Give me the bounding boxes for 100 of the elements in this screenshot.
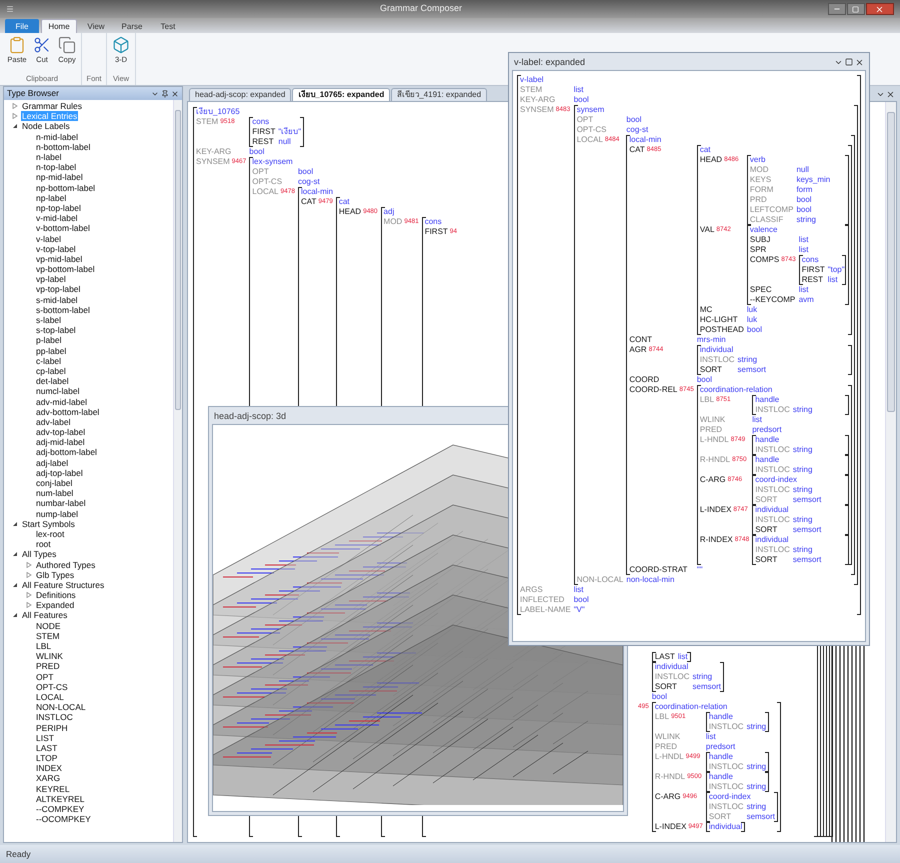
tree-item[interactable]: v-label	[35, 234, 62, 244]
tree-item[interactable]: adv-top-label	[35, 427, 86, 438]
expanded-triangle-icon[interactable]	[12, 520, 18, 527]
tree-item[interactable]: s-top-label	[35, 325, 77, 336]
tree-item[interactable]: np-bottom-label	[35, 182, 96, 193]
tree-item[interactable]: nump-label	[35, 508, 80, 519]
tree-item[interactable]: np-mid-label	[35, 172, 84, 182]
tree-item[interactable]: --COMPKEY	[35, 804, 86, 814]
tree-item[interactable]: numcl-label	[35, 386, 80, 396]
tree-item[interactable]: Node Labels	[21, 121, 71, 132]
tree-item[interactable]: s-mid-label	[35, 294, 79, 305]
tree-item[interactable]: adj-label	[35, 458, 70, 468]
tree-item[interactable]: All Feature Structures	[21, 580, 106, 590]
tree-item[interactable]: n-bottom-label	[35, 142, 92, 152]
document-tab[interactable]: สีเขียว_4191: expanded	[391, 88, 488, 101]
tree-item[interactable]: PERIPH	[35, 722, 69, 733]
tree-item[interactable]: np-top-label	[35, 202, 82, 213]
expanded-triangle-icon[interactable]	[12, 582, 18, 588]
tree-item[interactable]: All Features	[21, 610, 68, 620]
tree-item[interactable]: OPT-CS	[35, 682, 69, 692]
tree-item[interactable]: lex-root	[35, 528, 66, 539]
tree-item[interactable]: Grammar Rules	[21, 101, 83, 112]
tree-item[interactable]: LTOP	[35, 753, 58, 764]
tree-item[interactable]: INSTLOC	[35, 712, 74, 722]
tree-item[interactable]: cp-label	[35, 366, 67, 376]
tree-item[interactable]: v-bottom-label	[35, 223, 91, 234]
ribbon-tab[interactable]: Parse	[115, 19, 149, 33]
tree-item[interactable]: NODE	[35, 620, 62, 631]
tree-item[interactable]: n-label	[35, 152, 63, 162]
tree-item[interactable]: conj-label	[35, 478, 74, 488]
ribbon-tab[interactable]: File	[5, 19, 39, 33]
tree-item[interactable]: adv-mid-label	[35, 396, 88, 407]
ribbon-tab[interactable]: Test	[151, 19, 185, 33]
collapsed-triangle-icon[interactable]	[26, 572, 32, 578]
tree-item[interactable]: vp-bottom-label	[35, 264, 96, 274]
close-icon[interactable]	[886, 90, 895, 99]
tree-item[interactable]: LBL	[35, 641, 52, 652]
tree-item[interactable]: OPT	[35, 672, 54, 682]
tree-item[interactable]: INDEX	[35, 763, 63, 774]
tree-item[interactable]: Expanded	[35, 600, 76, 610]
document-tab[interactable]: head-adj-scop: expanded	[189, 88, 292, 101]
tree-item[interactable]: vp-mid-label	[35, 254, 84, 264]
collapsed-triangle-icon[interactable]	[12, 113, 18, 120]
scrollbar[interactable]	[173, 100, 182, 842]
maximize-button[interactable]	[846, 3, 865, 15]
maximize-icon[interactable]	[845, 58, 853, 66]
document-tab[interactable]: เงียบ_10765: expanded	[292, 88, 390, 101]
tree-item[interactable]: adv-bottom-label	[35, 406, 100, 417]
tree-item[interactable]: WLINK	[35, 651, 64, 662]
close-button[interactable]	[866, 3, 894, 15]
tree-item[interactable]: All Types	[21, 549, 58, 560]
collapsed-triangle-icon[interactable]	[26, 602, 32, 608]
expanded-triangle-icon[interactable]	[12, 551, 18, 558]
collapsed-triangle-icon[interactable]	[26, 562, 32, 568]
tree-item[interactable]: det-label	[35, 376, 70, 386]
tree-item[interactable]: LAST	[35, 742, 58, 753]
tree-item[interactable]: PRED	[35, 661, 61, 672]
tree-item[interactable]: s-label	[35, 315, 62, 326]
tree-item[interactable]: v-mid-label	[35, 213, 79, 224]
tree-item[interactable]: LOCAL	[35, 692, 65, 702]
tree-item[interactable]: Authored Types	[35, 560, 96, 570]
tree-item[interactable]: --OCOMPKEY	[35, 814, 92, 824]
expanded-triangle-icon[interactable]	[12, 123, 18, 130]
tree-item[interactable]: Glb Types	[35, 570, 76, 580]
tree-item[interactable]: STEM	[35, 630, 61, 641]
tree-item[interactable]: n-top-label	[35, 162, 78, 172]
tree-item[interactable]: vp-label	[35, 274, 67, 284]
tree-item[interactable]: Definitions	[35, 590, 77, 600]
tree-item[interactable]: adv-label	[35, 416, 72, 427]
tree-item[interactable]: LIST	[35, 732, 55, 743]
tree-item[interactable]: v-top-label	[35, 244, 77, 254]
close-icon[interactable]	[855, 58, 864, 66]
tree-item[interactable]: NON-LOCAL	[35, 702, 87, 712]
menu-icon[interactable]	[6, 5, 14, 13]
tree-item[interactable]: np-label	[35, 192, 68, 203]
tree-item[interactable]: adj-bottom-label	[35, 447, 98, 458]
pin-icon[interactable]	[161, 90, 169, 98]
tree-item[interactable]: ALTKEYREL	[35, 794, 86, 804]
tree-item[interactable]: KEYREL	[35, 784, 71, 794]
tree-item[interactable]: pp-label	[35, 346, 68, 356]
scrollbar[interactable]	[885, 102, 896, 842]
tree-item[interactable]: adj-top-label	[35, 468, 84, 478]
tree-item[interactable]: root	[35, 539, 52, 550]
close-icon[interactable]	[171, 90, 179, 98]
collapsed-triangle-icon[interactable]	[26, 592, 32, 598]
tree-item[interactable]: numbar-label	[35, 498, 87, 508]
expanded-triangle-icon[interactable]	[12, 612, 18, 618]
minimize-button[interactable]	[828, 3, 846, 15]
tree-item[interactable]: XARG	[35, 773, 62, 784]
tree-item[interactable]: p-label	[35, 335, 63, 346]
tree-item[interactable]: c-label	[35, 356, 62, 366]
tree-item[interactable]: n-mid-label	[35, 132, 80, 142]
dropdown-icon[interactable]	[876, 90, 885, 99]
tree-item[interactable]: Start Symbols	[21, 518, 76, 529]
tree-item[interactable]: adj-mid-label	[35, 437, 86, 448]
tree-item[interactable]: vp-top-label	[35, 284, 82, 294]
tree-item[interactable]: s-bottom-label	[35, 304, 91, 315]
ribbon-tab[interactable]: View	[79, 19, 113, 33]
ribbon-tab[interactable]: Home	[41, 19, 77, 33]
tree-item[interactable]: num-label	[35, 488, 74, 498]
